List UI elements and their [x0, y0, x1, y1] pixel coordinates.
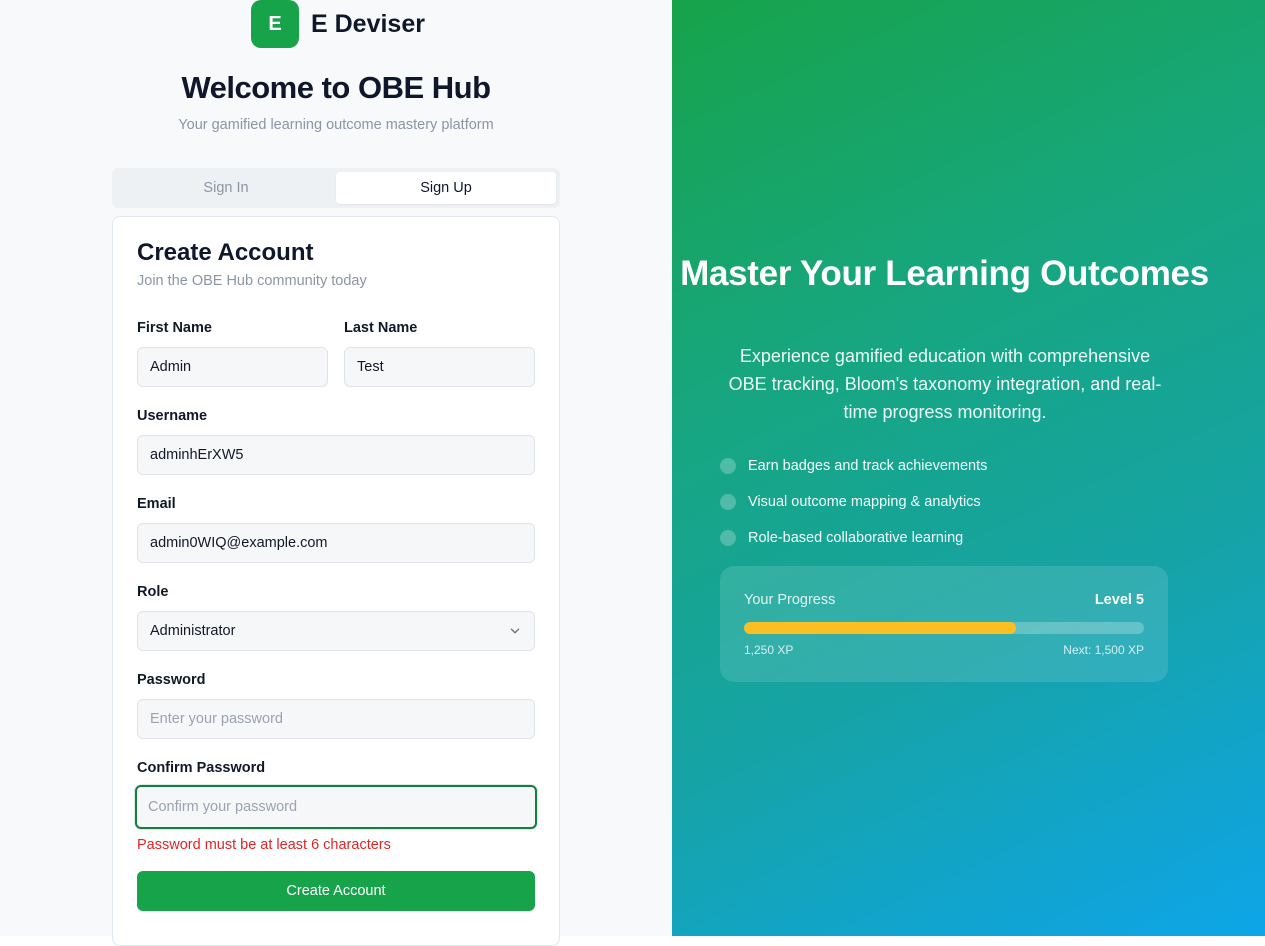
feature-text: Role-based collaborative learning	[748, 530, 964, 546]
level-badge: Level 5	[1094, 592, 1144, 608]
hero-description: Experience gamified education with compr…	[728, 346, 1162, 422]
card-title: Create Account	[137, 239, 314, 266]
email-field[interactable]	[137, 523, 535, 563]
xp-progress-fill	[744, 622, 1016, 634]
feature-item: Role-based collaborative learning	[720, 520, 987, 556]
chevron-down-icon	[510, 628, 520, 634]
password-error: Password must be at least 6 characters	[137, 837, 391, 853]
username-field[interactable]	[137, 435, 535, 475]
feature-list: Earn badges and track achievements Visua…	[720, 448, 987, 556]
feature-text: Visual outcome mapping & analytics	[748, 494, 981, 510]
card-subtitle: Join the OBE Hub community today	[137, 273, 367, 289]
brand-name: E Deviser	[311, 9, 425, 38]
first-name-field[interactable]	[137, 347, 328, 387]
last-name-label: Last Name	[344, 320, 418, 336]
email-label: Email	[137, 496, 176, 512]
role-label: Role	[137, 584, 169, 600]
page-title: Welcome to OBE Hub	[181, 70, 491, 105]
password-field[interactable]	[137, 699, 535, 739]
auth-page: E E Deviser Welcome to OBE Hub Your gami…	[0, 0, 1265, 946]
bullet-icon	[720, 530, 736, 546]
confirm-password-field[interactable]	[135, 785, 537, 829]
tab-sign-up[interactable]: Sign Up	[336, 172, 556, 204]
current-xp: 1,250 XP	[744, 643, 794, 657]
next-level-xp: Next: 1,500 XP	[1063, 643, 1144, 657]
brand-logo: E	[251, 0, 299, 48]
xp-progress-bar	[744, 622, 1144, 634]
progress-label: Your Progress	[744, 592, 836, 608]
page-subtitle: Your gamified learning outcome mastery p…	[178, 117, 494, 133]
last-name-field[interactable]	[344, 347, 535, 387]
auth-tabs: Sign In Sign Up	[112, 168, 560, 208]
bullet-icon	[720, 458, 736, 474]
auth-panel: E E Deviser Welcome to OBE Hub Your gami…	[0, 0, 672, 946]
confirm-password-label: Confirm Password	[137, 760, 266, 776]
username-label: Username	[137, 408, 208, 424]
feature-item: Earn badges and track achievements	[720, 448, 987, 484]
progress-card: Your Progress Level 5 1,250 XP Next: 1,5…	[720, 566, 1168, 682]
tab-sign-in[interactable]: Sign In	[116, 172, 336, 204]
role-select[interactable]: Administrator	[137, 611, 535, 651]
first-name-label: First Name	[137, 320, 212, 336]
hero-title: Master Your Learning Outcomes	[680, 254, 1209, 293]
password-label: Password	[137, 672, 206, 688]
brand: E E Deviser	[251, 0, 425, 48]
role-select-value: Administrator	[150, 623, 236, 639]
hero-panel: Master Your Learning Outcomes Experience…	[672, 0, 1265, 936]
feature-item: Visual outcome mapping & analytics	[720, 484, 987, 520]
feature-text: Earn badges and track achievements	[748, 458, 988, 474]
signup-card: Create Account Join the OBE Hub communit…	[112, 216, 560, 946]
create-account-button[interactable]: Create Account	[137, 871, 535, 911]
bullet-icon	[720, 494, 736, 510]
